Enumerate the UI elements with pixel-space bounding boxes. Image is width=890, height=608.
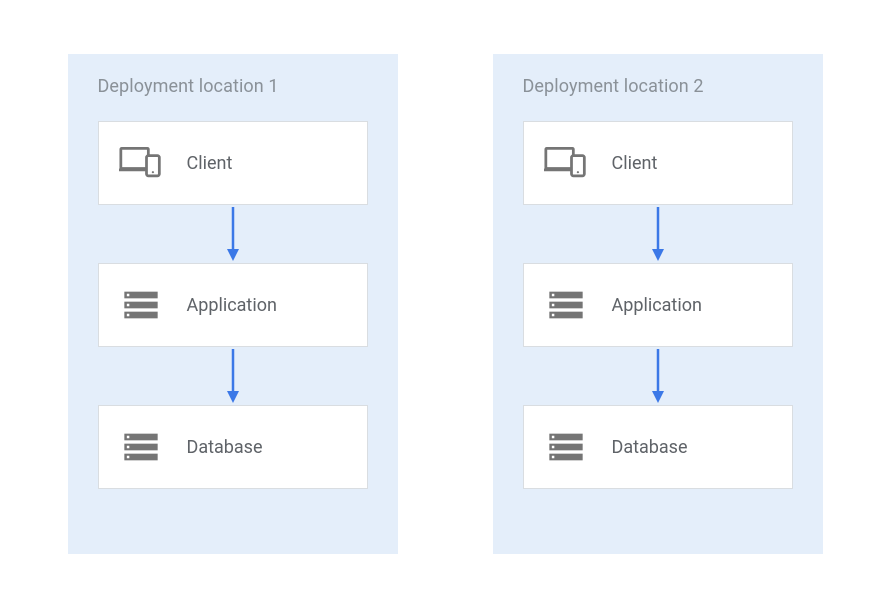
tier-label: Application [612,295,702,316]
client-tier-box: Client [98,121,368,205]
application-tier-box: Application [98,263,368,347]
arrow-down-icon [650,205,666,263]
server-icon [119,425,163,469]
arrow-down-icon [225,205,241,263]
database-tier-box: Database [523,405,793,489]
database-tier-box: Database [98,405,368,489]
arrow-down [98,347,368,405]
deployment-location-panel-1: Deployment location 1 Client [68,54,398,554]
server-icon [119,283,163,327]
tier-label: Application [187,295,277,316]
deployment-location-panel-2: Deployment location 2 Client [493,54,823,554]
arrow-down [98,205,368,263]
tier-label: Database [187,437,263,458]
arrow-down-icon [650,347,666,405]
application-tier-box: Application [523,263,793,347]
arrow-down [523,205,793,263]
location-title: Deployment location 1 [98,76,368,97]
location-title: Deployment location 2 [523,76,793,97]
devices-icon [119,141,163,185]
tier-label: Client [612,153,658,174]
tier-label: Client [187,153,233,174]
client-tier-box: Client [523,121,793,205]
devices-icon [544,141,588,185]
server-icon [544,283,588,327]
tier-label: Database [612,437,688,458]
arrow-down [523,347,793,405]
server-icon [544,425,588,469]
arrow-down-icon [225,347,241,405]
